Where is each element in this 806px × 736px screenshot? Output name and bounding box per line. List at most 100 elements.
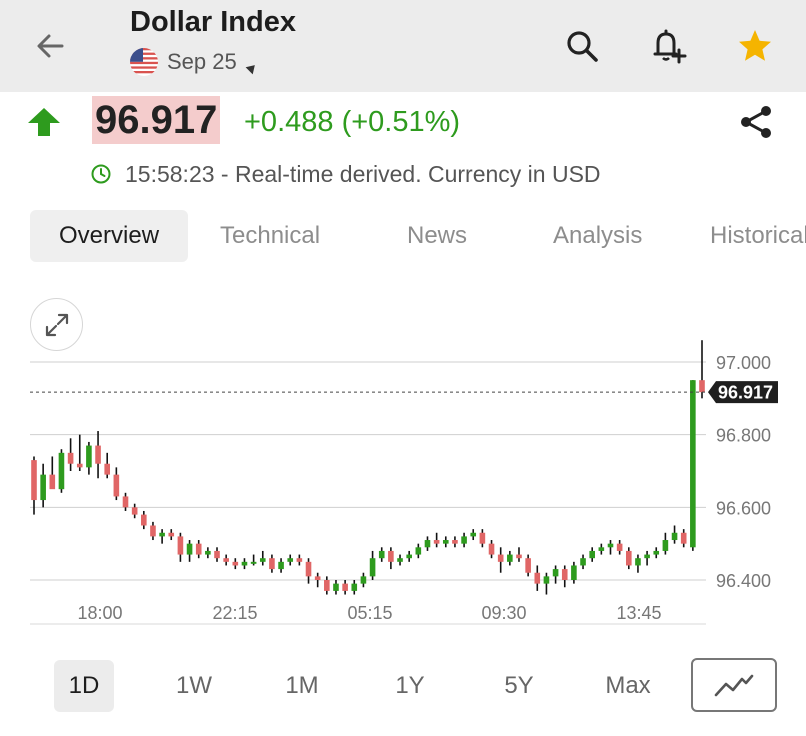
candle-body: [552, 569, 559, 577]
candle-body: [58, 452, 65, 490]
arrow-up-icon: [28, 108, 60, 136]
candle-body: [186, 543, 193, 555]
range-1w[interactable]: 1W: [164, 660, 224, 712]
candle-body: [259, 558, 266, 562]
contract-selector[interactable]: Sep 25: [130, 46, 259, 78]
candle-body: [442, 540, 449, 544]
candle-body: [131, 507, 138, 515]
range-1y[interactable]: 1Y: [380, 660, 440, 712]
add-alert-button[interactable]: [644, 22, 692, 70]
candle-body: [470, 532, 477, 537]
candle-body: [507, 554, 513, 562]
candle-body: [369, 558, 376, 577]
candle-body: [415, 547, 422, 555]
candle-body: [516, 554, 522, 559]
candle-body: [680, 532, 687, 544]
x-tick-label: 09:30: [481, 603, 526, 623]
dropdown-caret-icon: [245, 61, 259, 75]
range-5y[interactable]: 5Y: [489, 660, 549, 712]
candle-body: [86, 445, 92, 468]
expand-chart-button[interactable]: [30, 298, 83, 351]
arrow-left-icon: [37, 34, 64, 58]
candle-body: [671, 532, 678, 541]
section-tabs: Overview Technical News Analysis Histori…: [30, 210, 806, 262]
range-max[interactable]: Max: [597, 660, 659, 712]
candle-body: [625, 550, 632, 566]
range-1d[interactable]: 1D: [54, 660, 114, 712]
candle-body: [662, 540, 669, 551]
candle-body: [40, 474, 46, 501]
y-tick-label: 96.600: [716, 498, 771, 518]
candle-body: [653, 550, 660, 555]
candle-body: [305, 561, 312, 577]
candle-body: [250, 561, 257, 564]
candle-body: [95, 445, 101, 464]
tab-analysis[interactable]: Analysis: [553, 210, 642, 262]
candle-body: [223, 558, 229, 562]
candle-body: [113, 474, 120, 497]
candle-body: [497, 554, 504, 562]
y-tick-label: 97.000: [716, 353, 771, 373]
candle-body: [571, 565, 577, 580]
candle-body: [205, 550, 211, 555]
candle-body: [635, 558, 641, 566]
candle-body: [479, 532, 486, 544]
candle-body: [333, 583, 339, 591]
last-price: 96.917: [92, 96, 221, 144]
candle-body: [378, 550, 385, 559]
share-button[interactable]: [734, 100, 778, 144]
candle-body: [690, 380, 696, 548]
range-1m[interactable]: 1M: [272, 660, 332, 712]
candle-body: [488, 543, 495, 555]
candle-body: [342, 583, 348, 591]
x-tick-label: 13:45: [616, 603, 661, 623]
bell-plus-icon: [653, 29, 687, 64]
candle-body: [314, 576, 321, 580]
watchlist-star-button[interactable]: [731, 22, 779, 70]
candle-body: [525, 558, 531, 573]
star-icon: [739, 30, 771, 61]
chart-type-button[interactable]: [691, 658, 777, 712]
candle-body: [241, 561, 248, 566]
candle-body: [388, 550, 394, 562]
x-tick-label: 22:15: [212, 603, 257, 623]
candle-body: [433, 540, 440, 544]
line-chart-icon: [714, 674, 754, 697]
tab-overview[interactable]: Overview: [30, 210, 189, 262]
expand-icon: [45, 313, 68, 336]
candle-body: [406, 554, 412, 559]
time-range-selector: 1D 1W 1M 1Y 5Y Max: [0, 656, 806, 716]
tab-news[interactable]: News: [407, 210, 467, 262]
candle-body: [122, 496, 129, 508]
candle-body: [67, 452, 74, 464]
search-button[interactable]: [558, 22, 606, 70]
y-tick-label: 96.800: [716, 426, 771, 446]
candle-body: [397, 558, 403, 562]
candle-body: [580, 558, 586, 566]
candle-body: [699, 380, 705, 393]
top-app-bar: Dollar Index Sep 25: [0, 0, 806, 92]
candle-body: [360, 576, 367, 584]
tab-historical[interactable]: Historical: [710, 210, 806, 262]
candle-body: [177, 536, 184, 555]
status-text: 15:58:23 - Real-time derived. Currency i…: [125, 160, 601, 187]
candle-body: [543, 576, 550, 584]
candle-body: [644, 554, 650, 559]
x-tick-label: 05:15: [347, 603, 392, 623]
expiry-date: Sep 25: [167, 49, 237, 74]
tab-technical[interactable]: Technical: [220, 210, 320, 262]
candle-body: [104, 463, 111, 475]
candle-body: [141, 514, 147, 526]
candle-body: [461, 536, 467, 544]
price-chart[interactable]: 97.000 96.800 96.600 96.400 96.917 18:00 22:15…: [0, 280, 806, 630]
candlestick-chart[interactable]: 97.000 96.800 96.600 96.400 96.917 18:00 22:15…: [0, 280, 806, 630]
quote-status: 15:58:23 - Real-time derived. Currency i…: [90, 158, 601, 190]
candle-body: [76, 463, 83, 468]
back-button[interactable]: [28, 24, 72, 68]
candle-body: [424, 540, 431, 548]
share-icon: [741, 106, 771, 138]
instrument-title: Dollar Index: [130, 6, 296, 38]
candle-body: [49, 474, 56, 490]
candle-body: [168, 532, 175, 537]
last-price-label: 96.917: [718, 383, 773, 403]
